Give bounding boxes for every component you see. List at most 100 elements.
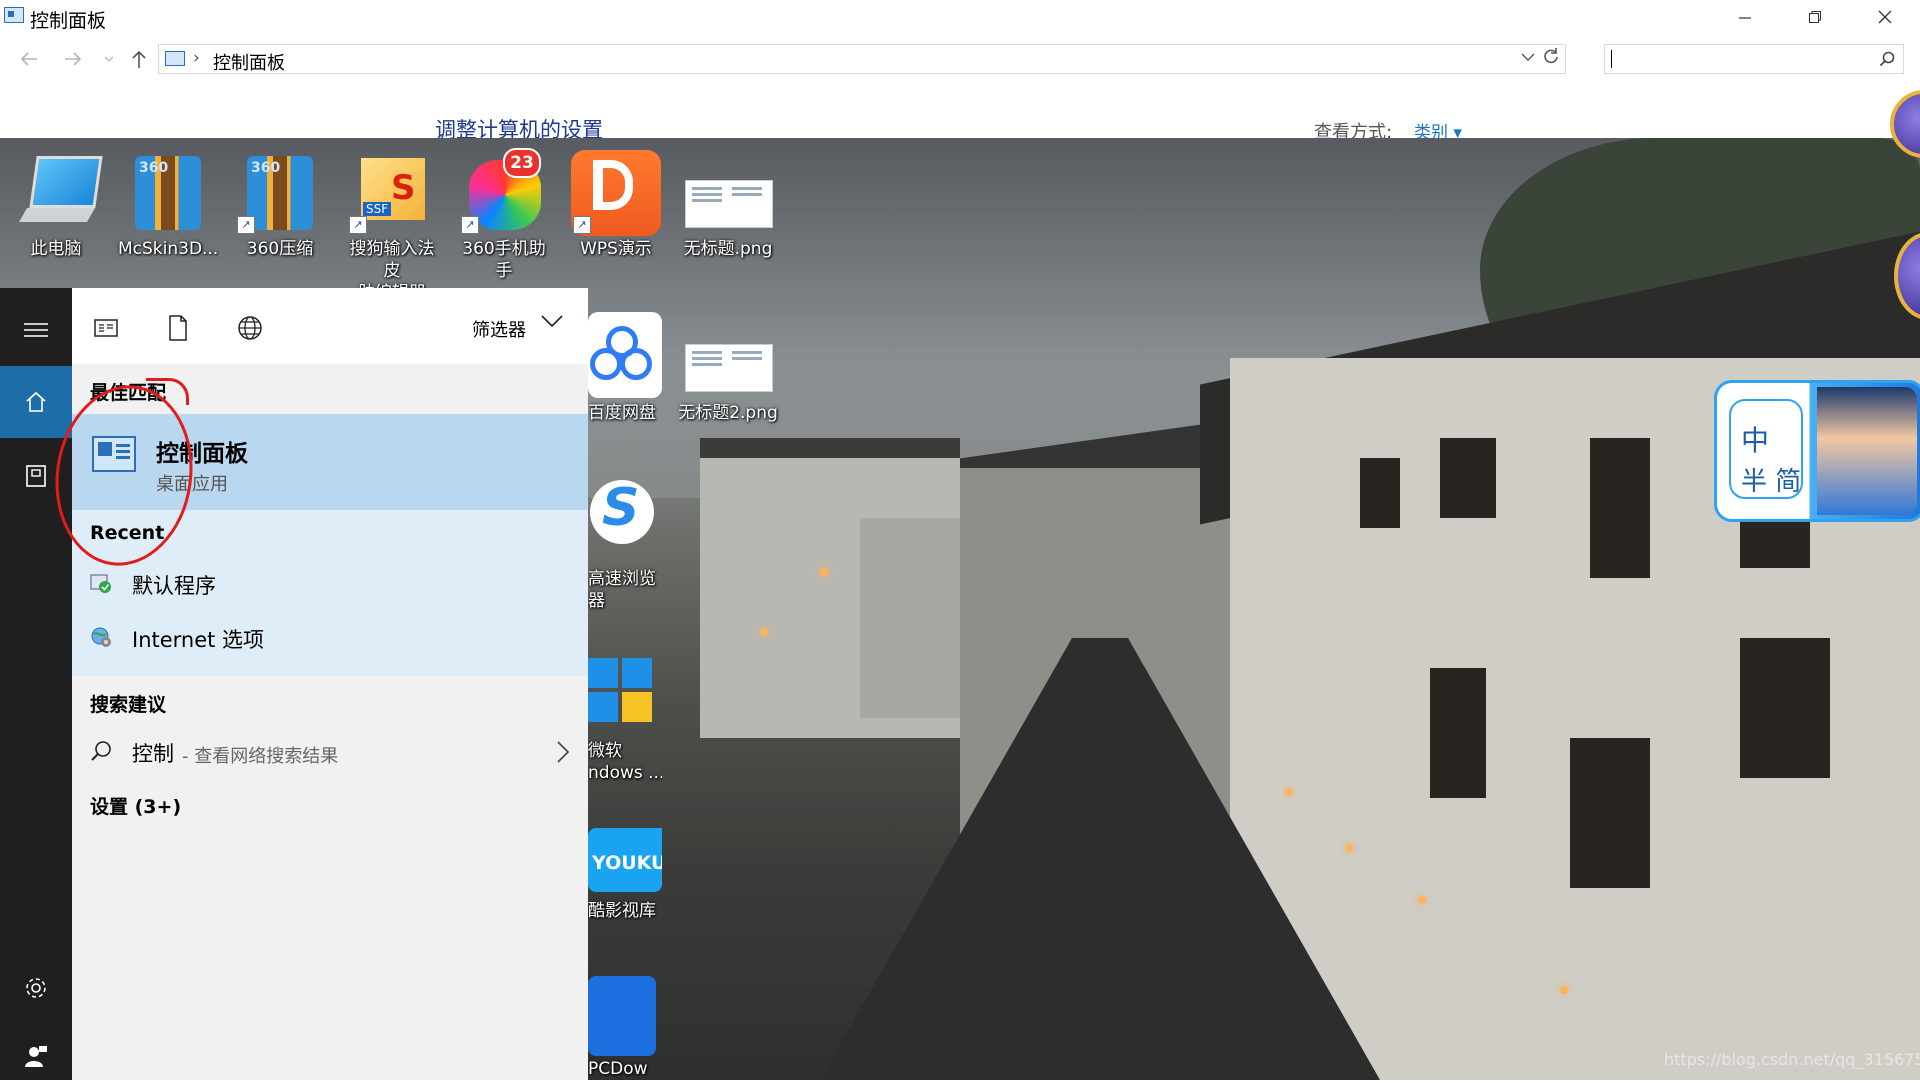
desktop-icon-label: 此电脑 [30, 239, 82, 259]
recent-item-label: Internet 选项 [132, 628, 265, 652]
text-caret [1611, 50, 1612, 68]
shortcut-arrow-icon: ↗ [237, 216, 255, 234]
restore-button[interactable] [1780, 0, 1850, 34]
close-button[interactable] [1850, 0, 1920, 34]
desktop-icon-youku[interactable]: YOUKU 酷影视库 [588, 822, 662, 922]
web-search-suggestion[interactable]: 控制 - 查看网络搜索结果 [90, 732, 570, 776]
recent-locations-button[interactable] [94, 44, 124, 74]
shield-icon [588, 976, 662, 1056]
search-suggestions-heading: 搜索建议 [90, 694, 167, 716]
refresh-button[interactable] [1543, 47, 1559, 70]
filter-documents-button[interactable] [164, 314, 192, 342]
wallpaper-window [1740, 638, 1830, 778]
control-panel-icon [4, 7, 24, 23]
desktop-icon-wps[interactable]: ↗ WPS演示 [566, 146, 666, 260]
lantern-light [760, 628, 768, 636]
address-dropdown-button[interactable] [1521, 50, 1535, 66]
wallpaper-window [1570, 738, 1650, 888]
desktop-icon-this-pc[interactable]: 此电脑 [6, 146, 106, 260]
chevron-right-icon[interactable] [556, 740, 570, 768]
globe-icon [238, 316, 262, 340]
this-pc-icon [11, 146, 103, 236]
image-file-icon [683, 310, 773, 400]
breadcrumb-separator-icon: › [193, 48, 200, 68]
lantern-light [1560, 986, 1568, 994]
window-title: 控制面板 [30, 10, 107, 32]
filter-apps-button[interactable] [92, 314, 120, 342]
watermark-text: https://blog.csdn.net/qq_31567525 [1664, 1050, 1920, 1069]
ime-width-label: 半 简 [1741, 467, 1802, 497]
control-panel-icon [165, 51, 185, 66]
desktop-icon-untitled-png[interactable]: 无标题.png [678, 146, 778, 260]
minimize-icon [1739, 17, 1751, 19]
suggestion-hint: - 查看网络搜索结果 [182, 746, 339, 767]
phone-assistant-icon: 23 ↗ [459, 146, 549, 236]
minimize-button[interactable] [1710, 0, 1780, 34]
browser-icon: S [588, 476, 662, 566]
start-menu-rail [0, 288, 72, 1080]
breadcrumb-control-panel[interactable]: 控制面板 [213, 49, 285, 75]
ime-skin-character-icon [1817, 387, 1917, 515]
desktop-icon-label: 酷影视库 [588, 901, 656, 921]
filter-web-button[interactable] [236, 314, 264, 342]
desktop-icon-360zip[interactable]: 360 ↗ 360压缩 [230, 146, 330, 260]
document-icon [26, 465, 46, 487]
wallpaper-window [1430, 668, 1486, 798]
arrow-left-icon [20, 52, 37, 66]
desktop-icon-ms-windows[interactable]: 微软 ndows ... [588, 648, 662, 784]
ime-status-widget[interactable]: 中 半 简 [1714, 380, 1920, 522]
ime-language-label: 中 [1741, 424, 1770, 457]
desktop-icon-untitled2-png[interactable]: 无标题2.png [678, 310, 778, 424]
search-icon [1879, 51, 1895, 71]
desktop-icon-mcskin3d[interactable]: 360 McSkin3D... [118, 146, 218, 260]
recent-item-default-programs[interactable]: 默认程序 [90, 564, 570, 604]
search-filter-bar: 筛选器 [72, 288, 588, 364]
expand-menu-button[interactable] [0, 294, 72, 366]
default-programs-icon [90, 572, 112, 594]
image-file-icon [683, 146, 773, 236]
shortcut-arrow-icon: ↗ [573, 216, 591, 234]
settings-button[interactable] [0, 952, 72, 1024]
lantern-light [1345, 844, 1353, 852]
navigation-bar: › 控制面板 [0, 40, 1920, 78]
gear-icon [26, 978, 46, 998]
desktop-icon-label: 360压缩 [246, 239, 314, 259]
hamburger-icon [24, 323, 48, 337]
search-icon [90, 740, 112, 766]
apps-icon [94, 319, 118, 337]
feedback-button[interactable] [0, 1020, 72, 1092]
desktop-icon-label: 百度网盘 [588, 403, 656, 423]
settings-results-heading[interactable]: 设置 (3+) [90, 792, 181, 819]
desktop-icon-browser[interactable]: S 高速浏览器 [588, 476, 662, 612]
chevron-down-icon [1521, 53, 1535, 61]
back-button[interactable] [14, 44, 44, 74]
desktop-icon-label: McSkin3D... [118, 239, 219, 259]
home-button[interactable] [0, 366, 72, 438]
baidu-netdisk-icon [588, 310, 662, 400]
address-bar[interactable]: › 控制面板 [158, 44, 1566, 74]
desktop-icon-pcdownload[interactable]: PCDow [588, 976, 662, 1080]
desktop-icon-label: 微软 ndows ... [588, 741, 662, 783]
desktop-icon-label: WPS演示 [580, 239, 652, 259]
recent-item-internet-options[interactable]: Internet 选项 [90, 618, 570, 658]
desktop-icon-360-phone-assistant[interactable]: 23 ↗ 360手机助手 [454, 146, 554, 282]
chevron-down-icon[interactable] [540, 310, 564, 334]
desktop-icon-label: 无标题.png [683, 239, 773, 259]
title-bar: 控制面板 [0, 0, 1920, 34]
forward-button[interactable] [58, 44, 88, 74]
internet-options-icon [90, 626, 112, 648]
desktop-icon-sogou-skin-editor[interactable]: SSSF↗ 搜狗输入法皮肤编辑器 [342, 146, 442, 304]
user-feedback-icon [25, 1046, 47, 1067]
filter-dropdown-button[interactable]: 筛选器 [472, 316, 526, 342]
chevron-down-icon [104, 56, 114, 62]
notification-badge: 23 [503, 148, 541, 178]
desktop-icon-label: PCDow [588, 1059, 648, 1079]
document-icon [169, 315, 187, 341]
wps-presentation-icon: ↗ [571, 146, 661, 236]
desktop-icon-baidu-netdisk[interactable]: 百度网盘 [588, 310, 662, 424]
refresh-icon [1544, 48, 1558, 64]
search-input[interactable] [1604, 44, 1904, 74]
wallpaper-window [1360, 458, 1400, 528]
up-button[interactable] [124, 44, 154, 74]
desktop-icon-label: 360手机助手 [462, 239, 546, 281]
